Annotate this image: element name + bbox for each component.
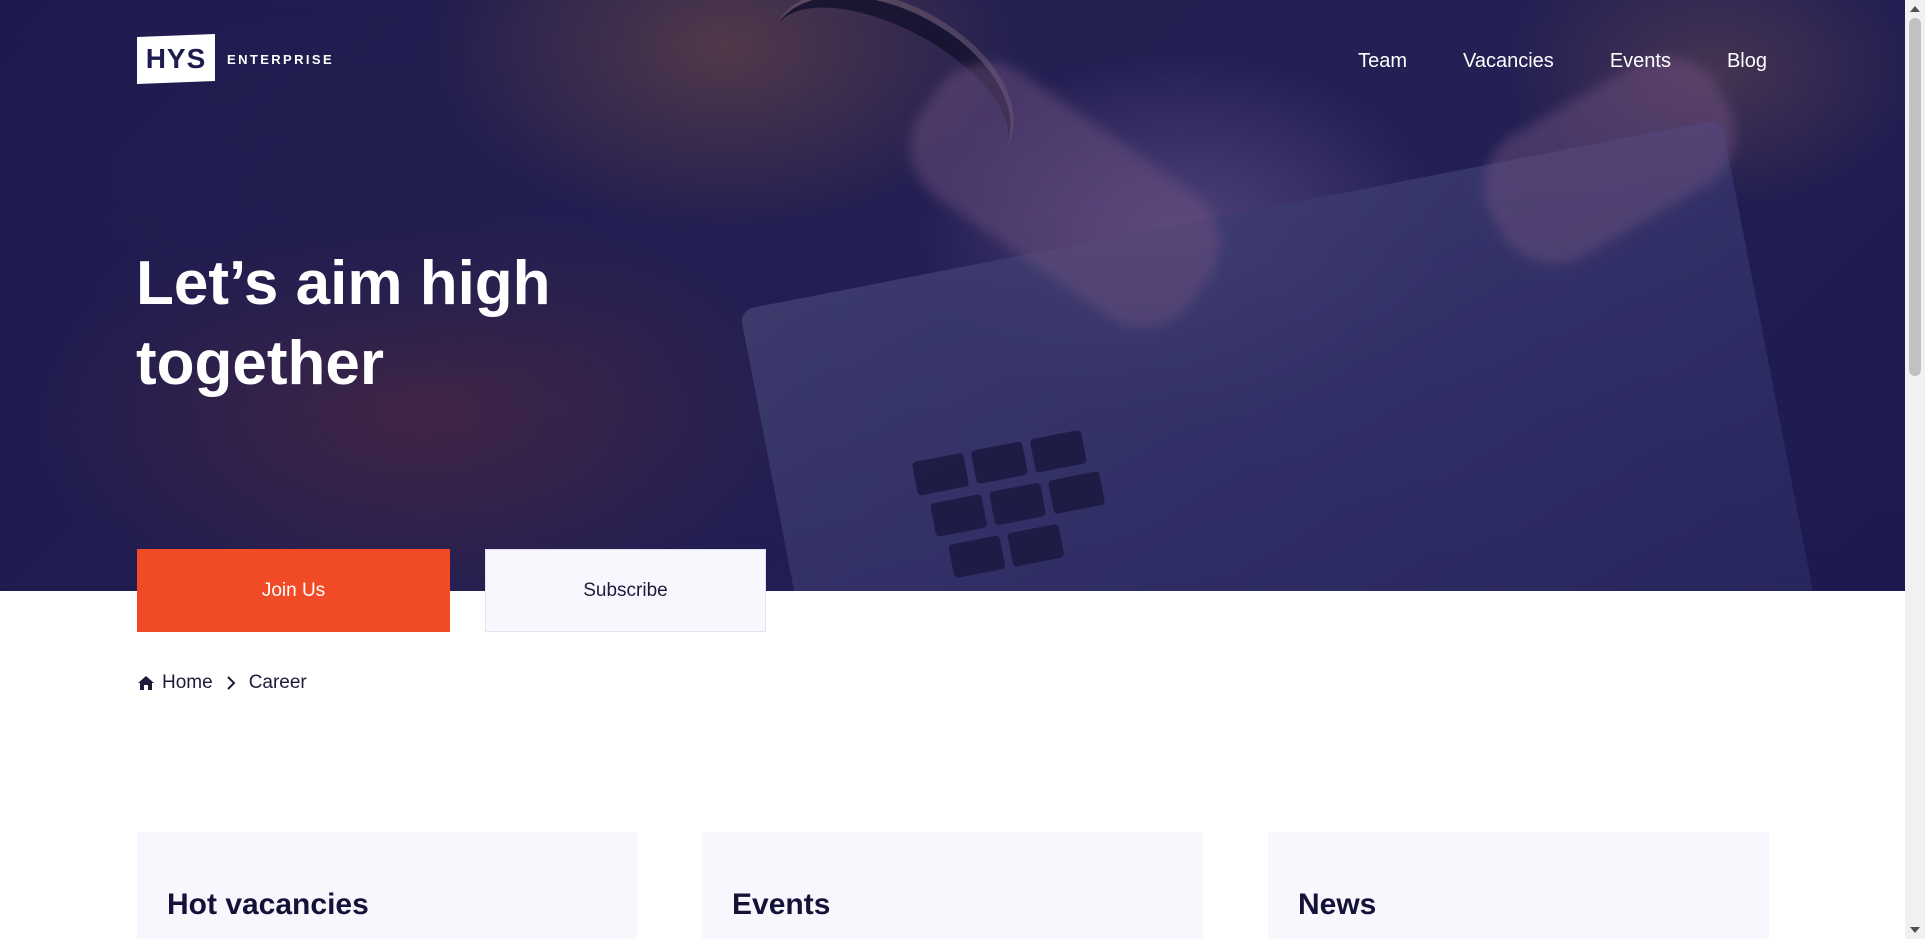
card-title: Events <box>732 888 831 921</box>
scroll-thumb[interactable] <box>1909 18 1921 376</box>
join-us-button[interactable]: Join Us <box>137 549 450 632</box>
nav-item-team[interactable]: Team <box>1358 50 1407 73</box>
nav-item-vacancies[interactable]: Vacancies <box>1463 50 1554 73</box>
breadcrumb-home-link[interactable]: Home <box>162 672 213 694</box>
hero-hand-image <box>886 38 1244 352</box>
page: HYS ENTERPRISE Team Vacancies Events Blo… <box>0 0 1905 939</box>
breadcrumb: Home Career <box>137 672 307 694</box>
home-icon <box>138 676 154 690</box>
logo-subtitle: ENTERPRISE <box>227 51 335 67</box>
hot-vacancies-card[interactable]: Hot vacancies <box>137 832 638 939</box>
scroll-down-arrow-icon[interactable] <box>1910 927 1920 933</box>
card-title: News <box>1298 888 1377 921</box>
hero-keyboard-image <box>911 420 1158 591</box>
card-title: Hot vacancies <box>167 888 369 921</box>
main-nav: Team Vacancies Events Blog <box>1358 50 1767 73</box>
logo-mark: HYS <box>137 34 215 84</box>
chevron-right-icon <box>226 676 236 690</box>
hero-bracelet-image <box>738 0 1042 220</box>
breadcrumb-current: Career <box>248 672 307 693</box>
subscribe-button[interactable]: Subscribe <box>485 549 766 632</box>
nav-item-events[interactable]: Events <box>1610 50 1671 73</box>
logo[interactable]: HYS ENTERPRISE <box>137 34 334 84</box>
hero-title: Let’s aim high together <box>136 249 551 398</box>
events-card[interactable]: Events <box>702 832 1203 939</box>
nav-item-blog[interactable]: Blog <box>1727 50 1767 73</box>
hero-laptop-image <box>739 119 1821 591</box>
vertical-scrollbar[interactable] <box>1905 0 1925 939</box>
scroll-up-arrow-icon[interactable] <box>1910 6 1920 12</box>
news-card[interactable]: News <box>1268 832 1769 939</box>
logo-text: HYS <box>145 43 207 74</box>
